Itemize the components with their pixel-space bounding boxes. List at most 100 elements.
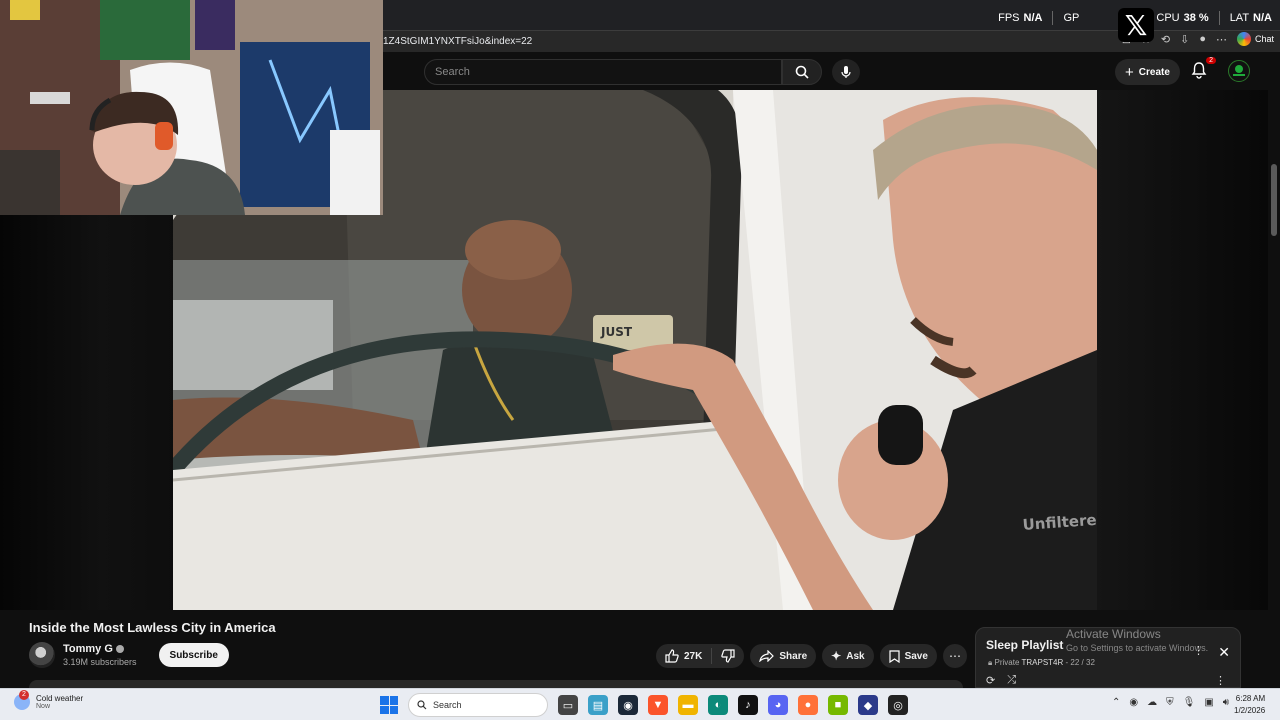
verified-icon bbox=[115, 645, 124, 654]
download-icon[interactable]: ⇩ bbox=[1180, 33, 1189, 46]
clock-date: 1/2/2026 bbox=[1234, 706, 1266, 715]
copilot-icon bbox=[1236, 32, 1251, 46]
system-tray: ⌃ ◉ ☁ ⛨ 🎙︎ ▣ 🔊︎ bbox=[1112, 697, 1229, 708]
cpu-readout: CPU 38 % bbox=[1156, 12, 1209, 24]
ask-button[interactable]: ✦ Ask bbox=[822, 644, 874, 668]
dislike-icon bbox=[721, 649, 735, 663]
weather-text: Cold weather bbox=[36, 694, 84, 703]
save-icon bbox=[888, 649, 900, 663]
more-icon: ⋯ bbox=[948, 649, 961, 663]
van-sticker-text: JUST bbox=[600, 325, 633, 339]
steam-tray-icon[interactable]: ◉ bbox=[1129, 697, 1138, 708]
watermark-line1: Activate Windows bbox=[1066, 627, 1161, 641]
create-button[interactable]: + Create bbox=[1115, 59, 1180, 85]
volume-icon[interactable]: 🔊︎ bbox=[1223, 697, 1229, 708]
video-actions: 27K Share ✦ Ask Save ⋯ bbox=[656, 644, 967, 668]
shuffle-icon[interactable]: ⤮ bbox=[1007, 674, 1016, 687]
latency-readout: LAT N/A bbox=[1229, 12, 1272, 24]
divider bbox=[1218, 11, 1220, 25]
windows-activation-watermark: Activate Windows Go to Settings to activ… bbox=[1066, 627, 1208, 653]
like-dislike-group: 27K bbox=[656, 644, 745, 668]
taskview-icon[interactable]: ▭ bbox=[558, 695, 578, 715]
playlist-meta: 🔒︎ Private TRAPST4R - 22 / 32 bbox=[988, 658, 1095, 668]
channel-name-link[interactable]: Tommy G bbox=[63, 643, 137, 655]
mic-tray-icon[interactable]: 🎙︎ bbox=[1183, 697, 1196, 708]
save-button[interactable]: Save bbox=[879, 644, 937, 668]
separator: - bbox=[1065, 658, 1069, 667]
channel-info: Tommy G 3.19M subscribers bbox=[63, 643, 137, 667]
search-input[interactable]: Search bbox=[424, 59, 782, 85]
discord-icon[interactable]: ◕ bbox=[768, 695, 788, 715]
subscribe-button[interactable]: Subscribe bbox=[158, 643, 229, 667]
channel-avatar[interactable] bbox=[29, 642, 55, 668]
notification-count-badge: 2 bbox=[1206, 57, 1216, 64]
chat-button[interactable]: Chat bbox=[1236, 32, 1274, 46]
search-button[interactable] bbox=[782, 59, 822, 85]
taskbar-clock[interactable]: 6:28 AM 1/2/2026 bbox=[1234, 693, 1265, 717]
taskbar-search-label: Search bbox=[433, 700, 462, 710]
watermark-line2: Go to Settings to activate Windows. bbox=[1066, 643, 1209, 653]
dislike-button[interactable] bbox=[712, 644, 744, 668]
playlist-privacy: Private bbox=[994, 658, 1020, 667]
webcam-scene bbox=[0, 0, 383, 215]
playlist-owner[interactable]: TRAPST4R bbox=[1021, 658, 1063, 667]
weather-icon: 2 bbox=[14, 690, 30, 710]
weather-widget[interactable]: 2 Cold weather Now bbox=[14, 690, 84, 710]
share-label: Share bbox=[779, 650, 808, 662]
ask-icon: ✦ bbox=[831, 649, 842, 663]
playlist-options-icon[interactable]: ⋮ bbox=[1215, 674, 1226, 687]
like-icon bbox=[665, 649, 679, 663]
taskbar-search[interactable]: Search bbox=[408, 693, 548, 717]
close-icon[interactable]: ✕ bbox=[1218, 644, 1230, 661]
url-text[interactable]: 1Z4StGIM1YNXTFsiJo&index=22 bbox=[383, 36, 532, 47]
voice-search-button[interactable] bbox=[832, 59, 860, 85]
clock-time: 6:28 AM bbox=[1235, 694, 1266, 703]
like-button[interactable]: 27K bbox=[656, 644, 711, 668]
brave-icon[interactable]: ▼ bbox=[648, 695, 668, 715]
network-icon[interactable]: ▣ bbox=[1204, 697, 1213, 708]
more-actions-button[interactable]: ⋯ bbox=[942, 644, 967, 668]
nvidia-icon[interactable]: ■ bbox=[828, 695, 848, 715]
playlist-controls: ⟳ ⤮ bbox=[986, 674, 1016, 687]
plus-icon: + bbox=[1125, 63, 1134, 81]
page-scrollbar[interactable] bbox=[1268, 52, 1280, 688]
description-box[interactable] bbox=[29, 680, 963, 688]
tiktok-icon[interactable]: ♪ bbox=[738, 695, 758, 715]
search-icon bbox=[417, 700, 427, 710]
notepad-icon[interactable]: ▤ bbox=[588, 695, 608, 715]
video-title: Inside the Most Lawless City in America bbox=[29, 620, 276, 635]
browser-menu-icon[interactable]: ⋯ bbox=[1216, 33, 1227, 46]
file-explorer-icon[interactable]: ▬ bbox=[678, 695, 698, 715]
mic-icon bbox=[841, 66, 851, 78]
video-letterbox-right bbox=[1097, 90, 1268, 610]
windows-taskbar: 2 Cold weather Now Search ▭ ▤ ◉ ▼ ▬ ◐ ♪ … bbox=[0, 688, 1280, 720]
security-icon[interactable]: ⛨ bbox=[1166, 697, 1174, 708]
firefox-icon[interactable]: ● bbox=[798, 695, 818, 715]
webcam-overlay bbox=[0, 0, 383, 215]
profile-avatar-icon[interactable]: ● bbox=[1199, 33, 1206, 45]
obs-icon[interactable]: ◎ bbox=[888, 695, 908, 715]
share-button[interactable]: Share bbox=[750, 644, 817, 668]
loop-icon[interactable]: ⟳ bbox=[986, 674, 995, 687]
divider bbox=[1052, 11, 1054, 25]
windows-icon[interactable] bbox=[380, 696, 398, 714]
create-label: Create bbox=[1138, 66, 1170, 78]
weather-alert-badge: 2 bbox=[19, 690, 29, 700]
app-icon[interactable]: ◆ bbox=[858, 695, 878, 715]
channel-row: Tommy G 3.19M subscribers Subscribe bbox=[29, 642, 229, 668]
chat-label: Chat bbox=[1254, 34, 1274, 44]
scrollbar-thumb[interactable] bbox=[1271, 164, 1277, 236]
steam-icon[interactable]: ◉ bbox=[618, 695, 638, 715]
extension-icon[interactable]: ⟲ bbox=[1161, 33, 1170, 46]
fps-readout: FPS N/A bbox=[998, 12, 1043, 24]
chevron-up-icon[interactable]: ⌃ bbox=[1112, 697, 1120, 708]
account-avatar[interactable] bbox=[1228, 60, 1250, 82]
lock-icon: 🔒︎ bbox=[988, 658, 993, 667]
edge-icon[interactable]: ◐ bbox=[708, 695, 728, 715]
playlist-title[interactable]: Sleep Playlist bbox=[986, 638, 1063, 652]
cloud-icon[interactable]: ☁ bbox=[1147, 697, 1157, 708]
notifications-button[interactable]: 2 bbox=[1190, 57, 1216, 81]
save-label: Save bbox=[904, 650, 928, 662]
search-icon bbox=[795, 65, 809, 79]
weather-time: Now bbox=[36, 703, 51, 710]
